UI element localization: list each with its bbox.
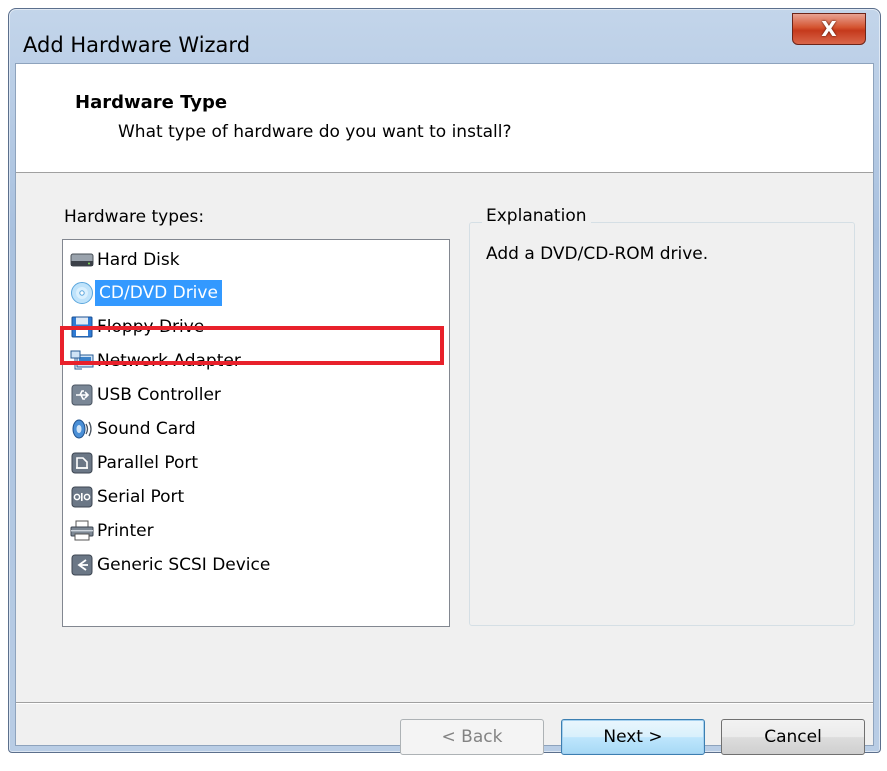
hardware-types-label: Hardware types: bbox=[64, 207, 205, 227]
page-subtitle: What type of hardware do you want to ins… bbox=[118, 122, 512, 142]
cd-dvd-icon bbox=[69, 280, 95, 306]
sound-card-icon bbox=[69, 416, 95, 442]
list-item-generic-scsi-device[interactable]: Generic SCSI Device bbox=[69, 549, 270, 581]
title-bar[interactable]: Add Hardware Wizard X bbox=[9, 9, 880, 67]
list-item-label: Serial Port bbox=[97, 487, 185, 507]
close-icon: X bbox=[821, 17, 837, 41]
wizard-header: Hardware Type What type of hardware do y… bbox=[16, 64, 873, 173]
explanation-groupbox bbox=[469, 222, 855, 626]
list-item-label: Sound Card bbox=[97, 419, 196, 439]
scsi-device-icon bbox=[69, 552, 95, 578]
list-item-hard-disk[interactable]: Hard Disk bbox=[69, 244, 180, 276]
back-button[interactable]: < Back bbox=[400, 719, 544, 755]
hard-disk-icon bbox=[69, 247, 95, 273]
explanation-legend: Explanation bbox=[482, 206, 591, 226]
list-item-usb-controller[interactable]: USB Controller bbox=[69, 379, 221, 411]
list-item-parallel-port[interactable]: Parallel Port bbox=[69, 447, 198, 479]
parallel-port-icon bbox=[69, 450, 95, 476]
hardware-types-list[interactable]: Hard Disk CD/DVD Drive Floppy Drive Netw… bbox=[62, 239, 450, 627]
cancel-button[interactable]: Cancel bbox=[721, 719, 865, 755]
list-item-label: Printer bbox=[97, 521, 154, 541]
next-button[interactable]: Next > bbox=[561, 719, 705, 755]
explanation-text: Add a DVD/CD-ROM drive. bbox=[486, 244, 709, 264]
footer-separator bbox=[16, 702, 873, 704]
list-item-label: USB Controller bbox=[97, 385, 221, 405]
list-item-label: Hard Disk bbox=[97, 250, 180, 270]
list-item-sound-card[interactable]: Sound Card bbox=[69, 413, 196, 445]
selection-highlight-outline bbox=[60, 326, 444, 365]
list-item-serial-port[interactable]: Serial Port bbox=[69, 481, 184, 513]
usb-icon bbox=[69, 382, 95, 408]
window-title: Add Hardware Wizard bbox=[23, 33, 251, 57]
serial-port-icon bbox=[69, 484, 95, 510]
list-item-printer[interactable]: Printer bbox=[69, 515, 154, 547]
background-ghost-text bbox=[39, 15, 119, 31]
list-item-label: Generic SCSI Device bbox=[97, 555, 271, 575]
printer-icon bbox=[69, 518, 95, 544]
list-item-label: CD/DVD Drive bbox=[95, 280, 222, 306]
list-item-cd-dvd-drive[interactable]: CD/DVD Drive bbox=[69, 277, 222, 309]
add-hardware-wizard-window: Add Hardware Wizard X Hardware Type What… bbox=[8, 8, 881, 755]
page-title: Hardware Type bbox=[75, 92, 228, 113]
list-item-label: Parallel Port bbox=[97, 453, 199, 473]
wizard-client-area: Hardware Type What type of hardware do y… bbox=[15, 63, 874, 755]
close-button[interactable]: X bbox=[792, 13, 866, 45]
